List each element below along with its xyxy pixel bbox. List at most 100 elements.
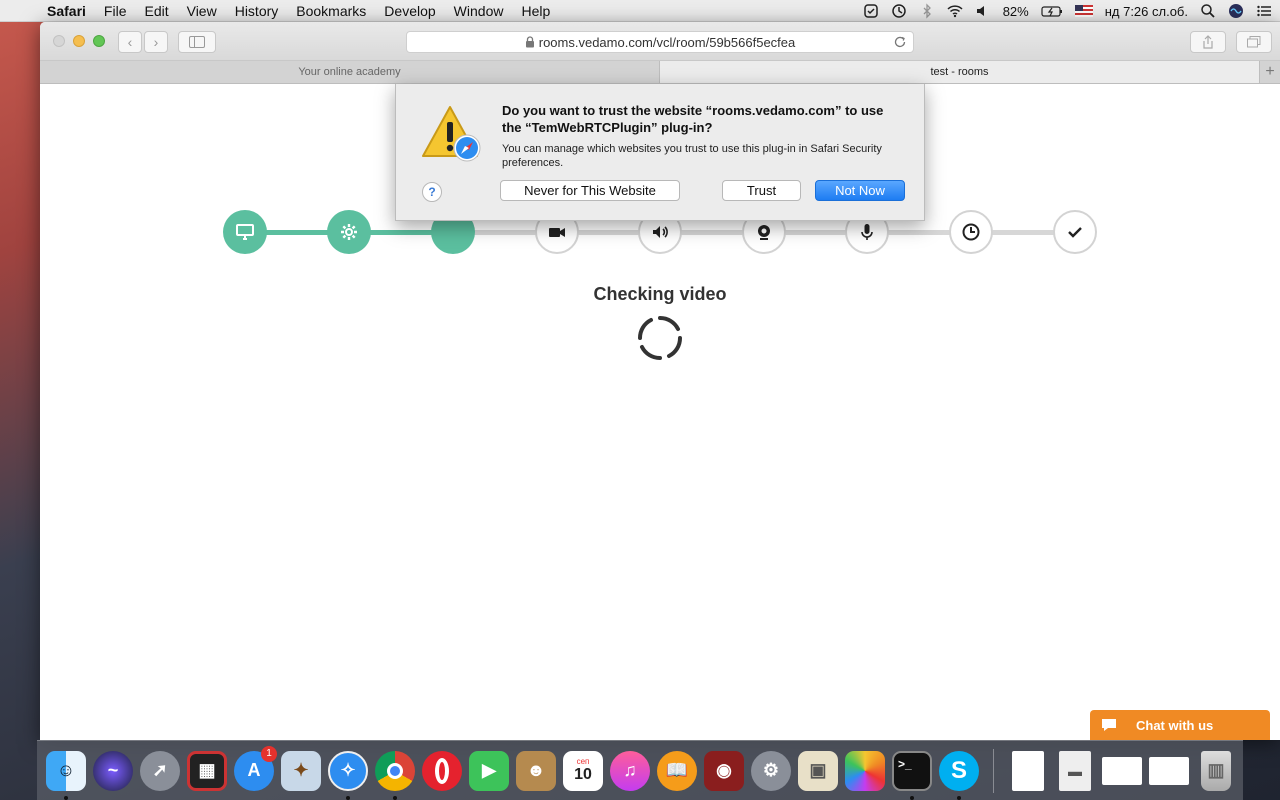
running-indicator [64, 795, 68, 800]
opera-icon [422, 750, 462, 791]
dock-photo-booth[interactable]: ▦ [186, 750, 228, 792]
system-preferences-gear-icon: ⚙ [751, 750, 791, 791]
speaker-icon [653, 226, 668, 238]
show-all-tabs-button[interactable] [1236, 31, 1272, 53]
battery-percent[interactable]: 82% [1003, 4, 1029, 19]
chat-with-us-button[interactable]: Chat with us [1090, 710, 1270, 740]
menu-edit[interactable]: Edit [135, 3, 177, 19]
stamp-eagle-icon: ✦ [281, 750, 321, 791]
dock-siri[interactable]: ~ [92, 750, 134, 792]
dock-ibooks[interactable]: 📖 [656, 750, 698, 792]
share-button[interactable] [1190, 31, 1226, 53]
time-machine-icon[interactable] [891, 3, 907, 19]
chat-bubble-icon [1102, 719, 1116, 731]
input-source-flag-icon[interactable] [1074, 3, 1093, 19]
dock-image-capture[interactable]: ▣ [797, 750, 839, 792]
menubar-clock[interactable]: нд 7:26 сл.об. [1105, 4, 1188, 19]
help-button[interactable]: ? [422, 182, 442, 202]
wifi-icon[interactable] [947, 3, 963, 19]
dock-document-2[interactable]: ▬ [1054, 750, 1096, 792]
skype-icon: S [939, 750, 979, 791]
dock-finder[interactable]: ☺ [45, 750, 87, 800]
reload-icon[interactable] [893, 35, 907, 49]
share-icon [1203, 35, 1213, 49]
facetime-camera-icon: ▶ [469, 750, 509, 791]
safari-compass-icon: ✧ [328, 750, 368, 791]
dock-contacts[interactable]: ☻ [515, 750, 557, 792]
menu-app-name[interactable]: Safari [38, 3, 95, 19]
dock-system-preferences[interactable]: ⚙ [750, 750, 792, 792]
menu-file[interactable]: File [95, 3, 136, 19]
dock-skype[interactable]: S [938, 750, 980, 800]
dock-launchpad[interactable]: ➚ [139, 750, 181, 792]
loading-spinner-icon [637, 315, 683, 361]
disk-image-icon: ▬ [1059, 750, 1091, 791]
never-for-this-website-button[interactable]: Never for This Website [500, 180, 680, 201]
spotlight-search-icon[interactable] [1200, 3, 1216, 19]
calendar-icon: сеп 10 [563, 750, 603, 791]
dock-screenshot-2[interactable] [1148, 750, 1190, 792]
task-check-icon[interactable] [863, 3, 879, 19]
app-store-badge: 1 [261, 745, 277, 762]
bluetooth-icon[interactable] [919, 3, 935, 19]
address-bar[interactable]: rooms.vedamo.com/vcl/room/59b566f5ecfea [406, 31, 914, 53]
menu-window[interactable]: Window [445, 3, 513, 19]
address-url: rooms.vedamo.com/vcl/room/59b566f5ecfea [538, 34, 796, 50]
dock-app-store[interactable]: A1 [233, 745, 277, 792]
dock-photo-booth-2[interactable]: ◉ [703, 750, 745, 792]
plugin-trust-dialog: Do you want to trust the website “rooms.… [395, 84, 925, 221]
calendar-day: 10 [574, 766, 592, 783]
tab-test-rooms[interactable]: test - rooms [660, 61, 1260, 83]
chat-label: Chat with us [1136, 717, 1214, 733]
menu-history[interactable]: History [226, 3, 288, 19]
menu-develop[interactable]: Develop [375, 3, 444, 19]
tab-label: Your online academy [298, 66, 401, 78]
dock-itunes[interactable]: ♫ [609, 750, 651, 792]
sidebar-toggle-button[interactable] [178, 31, 216, 53]
battery-icon[interactable] [1041, 3, 1063, 19]
dialog-message: You can manage which websites you trust … [502, 143, 882, 169]
notification-center-icon[interactable] [1256, 3, 1272, 19]
new-tab-button[interactable]: + [1260, 61, 1280, 83]
menu-bookmarks[interactable]: Bookmarks [287, 3, 375, 19]
siri-icon[interactable] [1228, 3, 1244, 19]
trust-button[interactable]: Trust [722, 180, 801, 201]
tab-your-online-academy[interactable]: Your online academy [40, 61, 660, 83]
photo-frame-icon: ▦ [187, 750, 227, 791]
dock-screenshot-1[interactable] [1101, 750, 1143, 792]
chevron-right-icon: › [153, 34, 159, 50]
zoom-window-button[interactable] [93, 35, 105, 47]
menu-view[interactable]: View [178, 3, 226, 19]
volume-icon[interactable] [975, 3, 991, 19]
dock-facetime[interactable]: ▶ [468, 750, 510, 792]
forward-button[interactable]: › [144, 31, 168, 53]
contacts-book-icon: ☻ [516, 750, 556, 791]
back-button[interactable]: ‹ [118, 31, 142, 53]
finder-icon: ☺ [46, 750, 86, 791]
dock-separator [993, 748, 994, 793]
step-settings [327, 210, 371, 254]
dock-opera[interactable] [421, 750, 463, 792]
dock-trash[interactable]: ▥ [1195, 750, 1237, 792]
dock-calendar[interactable]: сеп 10 [562, 750, 604, 792]
dock-chrome[interactable] [374, 750, 416, 800]
page-content: Checking video Do you want to trust the … [40, 84, 1280, 740]
close-window-button[interactable] [53, 35, 65, 47]
tab-label: test - rooms [930, 66, 989, 78]
dock-terminal[interactable]: >_ [891, 750, 933, 800]
minimize-window-button[interactable] [73, 35, 85, 47]
not-now-button[interactable]: Not Now [815, 180, 905, 201]
checking-status-title: Checking video [593, 284, 727, 304]
dialog-title: Do you want to trust the website “rooms.… [502, 103, 884, 135]
screenshot-icon [1149, 756, 1189, 785]
sidebar-icon [189, 36, 205, 48]
running-indicator [346, 795, 350, 800]
dock-preview[interactable]: ✦ [280, 750, 322, 792]
clock-icon [962, 223, 980, 241]
plus-icon: + [1265, 63, 1275, 80]
menu-help[interactable]: Help [512, 3, 559, 19]
dock-safari[interactable]: ✧ [327, 750, 369, 800]
running-indicator [957, 795, 961, 800]
dock-photos[interactable] [844, 750, 886, 792]
dock-document-1[interactable] [1007, 750, 1049, 792]
